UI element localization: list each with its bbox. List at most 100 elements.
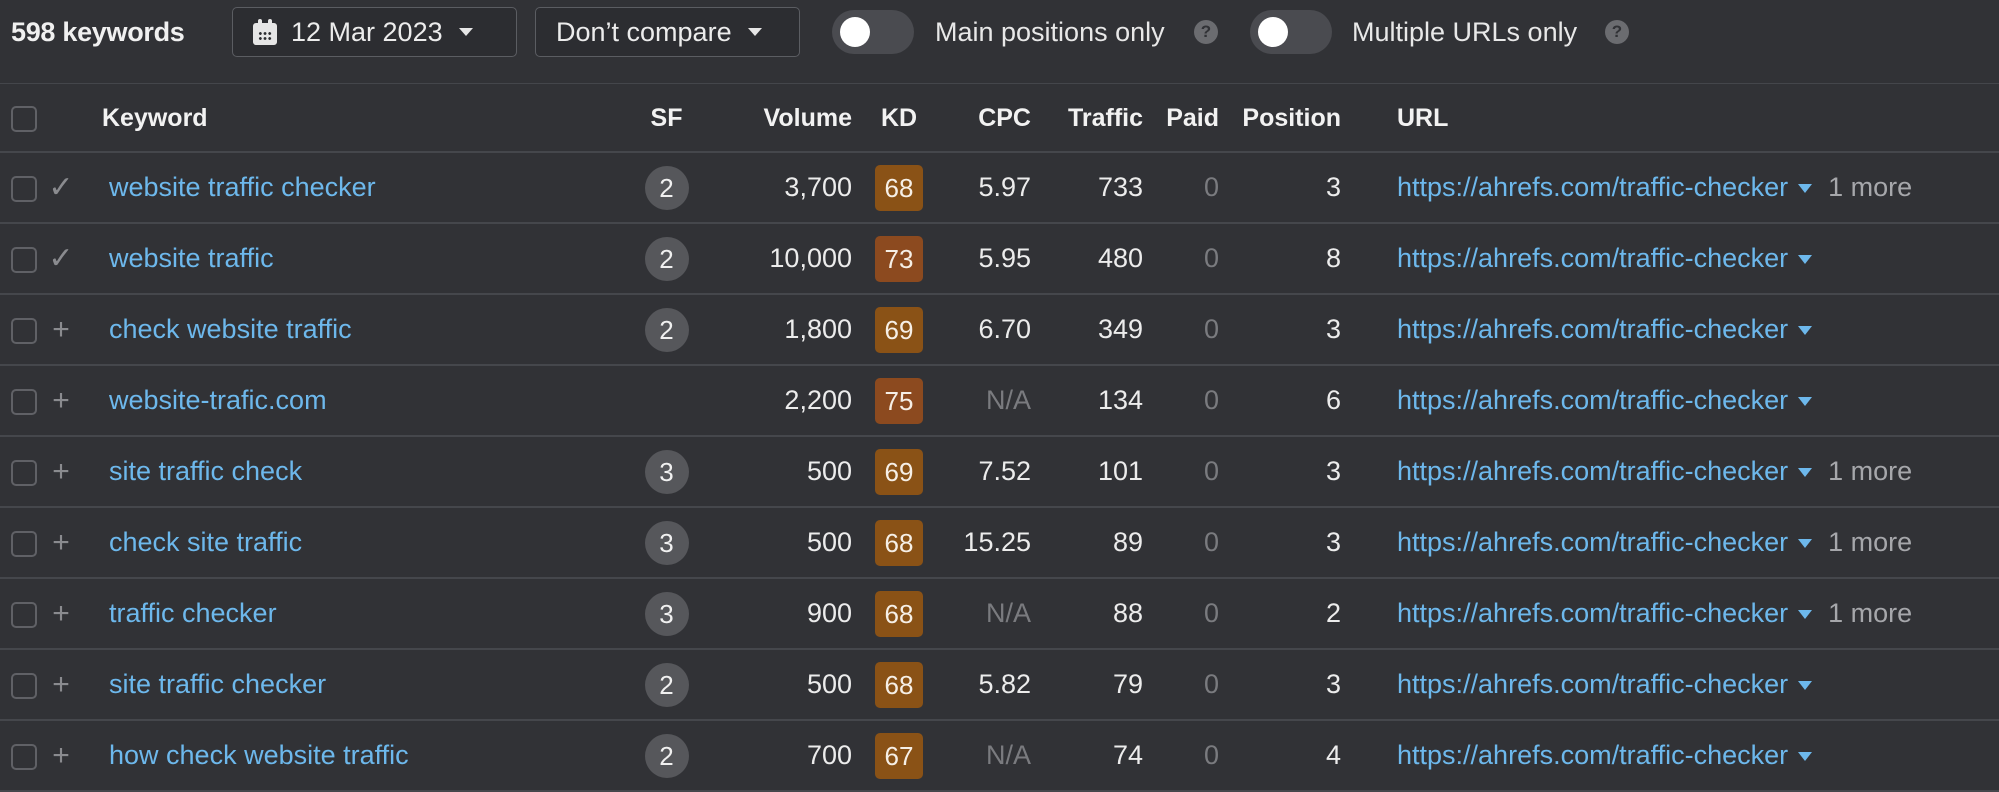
main-positions-toggle[interactable] [832,10,914,54]
serp-features-badge[interactable]: 3 [644,591,689,636]
volume-value: 10,000 [694,223,854,295]
help-icon[interactable]: ? [1605,20,1629,44]
select-all-checkbox[interactable] [11,105,37,132]
more-urls-link[interactable]: 1 more [1828,598,1912,628]
serp-features-badge[interactable]: 2 [644,307,689,352]
table-row: + site traffic checker 2 500 68 5.82 79 … [0,649,1999,721]
row-checkbox[interactable] [11,459,37,486]
serp-features-badge[interactable]: 2 [644,165,689,210]
kd-cell: 68 [854,649,944,721]
chevron-down-icon[interactable] [1798,468,1813,478]
row-checkbox[interactable] [11,601,37,628]
keyword-link[interactable]: site traffic checker [109,669,326,699]
kd-badge: 69 [875,448,923,495]
help-icon[interactable]: ? [1194,20,1218,44]
date-dropdown[interactable]: 12 Mar 2023 [232,7,517,57]
header-traffic[interactable]: Traffic [1031,85,1143,153]
serp-features-badge[interactable]: 2 [644,733,689,778]
chevron-down-icon[interactable] [1798,397,1813,407]
url-link[interactable]: https://ahrefs.com/traffic-checker [1397,456,1788,486]
serp-features-badge[interactable]: 2 [644,236,689,281]
url-cell: https://ahrefs.com/traffic-checker [1397,294,1999,366]
keyword-cell: website-trafic.com [109,365,639,437]
url-link[interactable]: https://ahrefs.com/traffic-checker [1397,740,1788,770]
header-keyword[interactable]: Keyword [102,85,639,153]
compare-dropdown[interactable]: Don’t compare [535,7,800,57]
more-urls-link[interactable]: 1 more [1828,172,1912,202]
cpc-value: N/A [944,365,1031,437]
chevron-down-icon[interactable] [1798,752,1813,762]
keyword-link[interactable]: traffic checker [109,598,277,628]
row-checkbox[interactable] [11,530,37,557]
url-cell: https://ahrefs.com/traffic-checker [1397,720,1999,792]
keyword-link[interactable]: check website traffic [109,314,352,344]
header-paid[interactable]: Paid [1143,85,1227,153]
check-icon[interactable]: ✓ [46,170,76,205]
chevron-down-icon[interactable] [1798,681,1813,691]
traffic-value: 79 [1031,649,1143,721]
serp-features-badge[interactable]: 3 [644,520,689,565]
row-checkbox[interactable] [11,388,37,415]
multiple-urls-toggle[interactable] [1250,10,1332,54]
keyword-cell: check website traffic [109,294,639,366]
chevron-down-icon[interactable] [1798,326,1813,336]
add-icon[interactable]: + [46,455,76,489]
chevron-down-icon[interactable] [1798,255,1813,265]
row-select-cell [0,436,46,508]
keyword-link[interactable]: website traffic checker [109,172,376,202]
traffic-value: 349 [1031,294,1143,366]
gap-cell [1343,507,1397,579]
row-action-cell: + [46,436,109,508]
header-url[interactable]: URL [1397,85,1999,153]
chevron-down-icon[interactable] [1798,610,1813,620]
keyword-link[interactable]: how check website traffic [109,740,409,770]
add-icon[interactable]: + [46,668,76,702]
more-urls-link[interactable]: 1 more [1828,456,1912,486]
paid-value: 0 [1143,436,1227,508]
row-checkbox[interactable] [11,175,37,202]
add-icon[interactable]: + [46,313,76,347]
table-header-row: Keyword SF Volume KD CPC Traffic Paid Po… [0,85,1999,153]
traffic-value: 101 [1031,436,1143,508]
header-sf[interactable]: SF [639,85,694,153]
url-link[interactable]: https://ahrefs.com/traffic-checker [1397,243,1788,273]
select-all-cell [0,85,46,153]
gap-cell [1343,578,1397,650]
row-checkbox[interactable] [11,743,37,770]
header-volume[interactable]: Volume [694,85,854,153]
row-checkbox[interactable] [11,317,37,344]
add-icon[interactable]: + [46,526,76,560]
row-checkbox[interactable] [11,246,37,273]
keyword-link[interactable]: check site traffic [109,527,302,557]
serp-features-badge[interactable]: 2 [644,662,689,707]
add-icon[interactable]: + [46,384,76,418]
more-urls-link[interactable]: 1 more [1828,527,1912,557]
table-row: + check website traffic 2 1,800 69 6.70 … [0,294,1999,366]
chevron-down-icon[interactable] [1798,184,1813,194]
header-cpc[interactable]: CPC [944,85,1031,153]
keyword-link[interactable]: site traffic check [109,456,302,486]
kd-badge: 69 [875,306,923,353]
add-icon[interactable]: + [46,597,76,631]
header-kd[interactable]: KD [854,85,944,153]
chevron-down-icon[interactable] [1798,539,1813,549]
position-value: 6 [1227,365,1343,437]
serp-features-badge[interactable]: 3 [644,449,689,494]
sf-cell: 3 [639,507,694,579]
position-value: 3 [1227,294,1343,366]
check-icon[interactable]: ✓ [46,241,76,276]
kd-cell: 69 [854,294,944,366]
add-icon[interactable]: + [46,739,76,773]
row-checkbox[interactable] [11,672,37,699]
keyword-link[interactable]: website traffic [109,243,274,273]
url-link[interactable]: https://ahrefs.com/traffic-checker [1397,598,1788,628]
url-link[interactable]: https://ahrefs.com/traffic-checker [1397,314,1788,344]
keyword-link[interactable]: website-trafic.com [109,385,327,415]
header-position[interactable]: Position [1227,85,1343,153]
url-link[interactable]: https://ahrefs.com/traffic-checker [1397,172,1788,202]
toggle-knob [1258,17,1288,47]
toggle-knob [840,17,870,47]
url-link[interactable]: https://ahrefs.com/traffic-checker [1397,385,1788,415]
url-link[interactable]: https://ahrefs.com/traffic-checker [1397,669,1788,699]
url-link[interactable]: https://ahrefs.com/traffic-checker [1397,527,1788,557]
